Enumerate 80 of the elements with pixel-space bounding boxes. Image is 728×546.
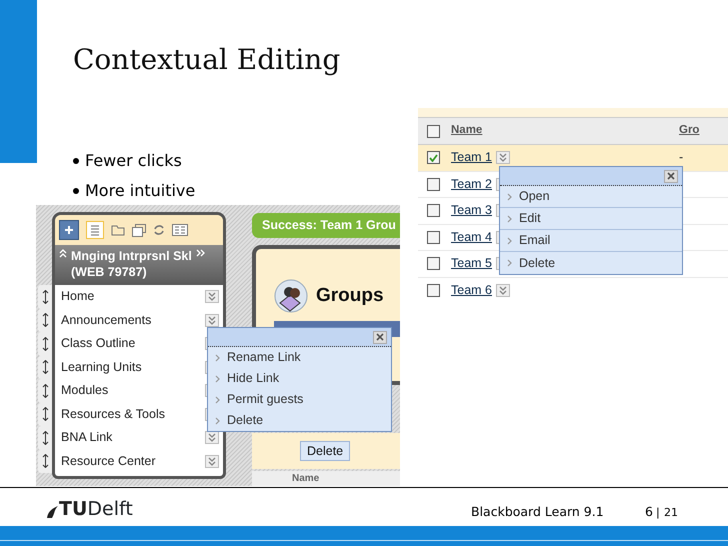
bullet-text: More intuitive [85,180,196,202]
row-checkbox[interactable] [427,178,440,191]
dropdown-chevron-button[interactable] [205,454,219,468]
menu-option[interactable]: Open [519,187,550,206]
column-header: Name [252,471,400,486]
row-checkbox[interactable] [427,204,440,218]
menu-link[interactable]: Home [61,287,94,306]
page-title: Groups [316,284,384,308]
menu-option[interactable]: Rename Link [227,348,301,367]
double-chevron-icon [207,432,217,444]
course-title[interactable]: Mnging Intrprsnl Skl [71,248,192,264]
page-total: 21 [664,505,678,521]
menu-option[interactable]: Permit guests [227,390,304,409]
group-link[interactable]: Team 3 [451,201,492,220]
page-separator: | [656,505,660,521]
dropdown-chevron-button[interactable] [205,431,219,444]
windows-icon[interactable] [132,224,146,236]
up-down-arrow-icon [42,430,48,445]
dropdown-chevron-button[interactable] [205,314,219,327]
menu-option[interactable]: Delete [227,411,264,430]
close-icon [667,172,675,180]
page-number: 6 [645,503,653,521]
group-link[interactable]: Team 2 [451,174,492,194]
menu-option[interactable]: Email [519,231,550,250]
bullet-text: Fewer clicks [85,150,182,172]
column-header[interactable]: Gro [679,122,700,140]
up-down-arrow-icon [42,407,48,422]
folder-icon[interactable] [111,224,125,236]
dropdown-chevron-button[interactable] [496,151,510,164]
menu-option[interactable]: Delete [519,254,556,272]
group-link[interactable]: Team 6 [451,280,492,300]
double-chevron-icon [207,456,217,467]
column-header[interactable]: Name [451,122,679,140]
drag-handle[interactable] [38,285,52,308]
close-icon [376,333,384,341]
menu-option[interactable]: Edit [519,209,541,228]
delete-button[interactable]: Delete [300,441,350,461]
group-link[interactable]: Team 5 [451,254,492,274]
double-chevron-icon [498,284,508,296]
up-down-arrow-icon [42,360,48,374]
up-down-arrow-icon [42,313,48,328]
dropdown-chevron-button[interactable] [205,290,219,304]
up-down-arrow-icon [42,290,48,304]
logo-text: Delft [87,500,133,519]
logo-text: TU [59,500,88,519]
check-icon [429,154,438,162]
bullet-icon [73,158,79,164]
menu-option[interactable]: Hide Link [227,369,280,388]
people-drawing [274,279,308,313]
up-down-arrow-icon [42,384,48,398]
flame-icon [45,505,59,519]
bullet-icon [73,188,79,194]
add-button[interactable] [59,220,79,240]
list-view-icon[interactable] [86,221,104,239]
row-checkbox[interactable] [427,257,440,270]
dropdown-chevron-button[interactable] [496,284,510,297]
double-chevron-icon [207,291,217,302]
plus-icon [64,225,74,235]
up-down-arrow-icon [42,336,48,351]
close-button[interactable] [373,330,387,344]
group-link[interactable]: Team 1 [451,148,492,168]
collapse-icon[interactable] [59,248,67,258]
select-all-checkbox[interactable] [427,124,440,138]
close-button[interactable] [664,170,678,182]
drag-handle[interactable] [38,450,52,473]
course-id: (WEB 79787) [71,264,148,280]
slide-title: Contextual Editing [73,45,340,76]
row-checkbox[interactable] [427,230,440,244]
group-link[interactable]: Team 4 [451,228,492,247]
table-cell-text: - [679,149,684,166]
success-message: Success: Team 1 Grou [252,213,400,238]
expand-icon[interactable] [196,248,206,258]
grid-icon[interactable] [172,224,188,236]
presentation-title: Blackboard Learn 9.1 [471,503,604,521]
up-down-arrow-icon [42,454,48,468]
refresh-icon[interactable] [153,224,165,236]
double-chevron-icon [207,314,217,326]
double-chevron-icon [498,152,508,164]
row-checkbox[interactable] [427,151,440,164]
row-checkbox[interactable] [427,284,440,297]
